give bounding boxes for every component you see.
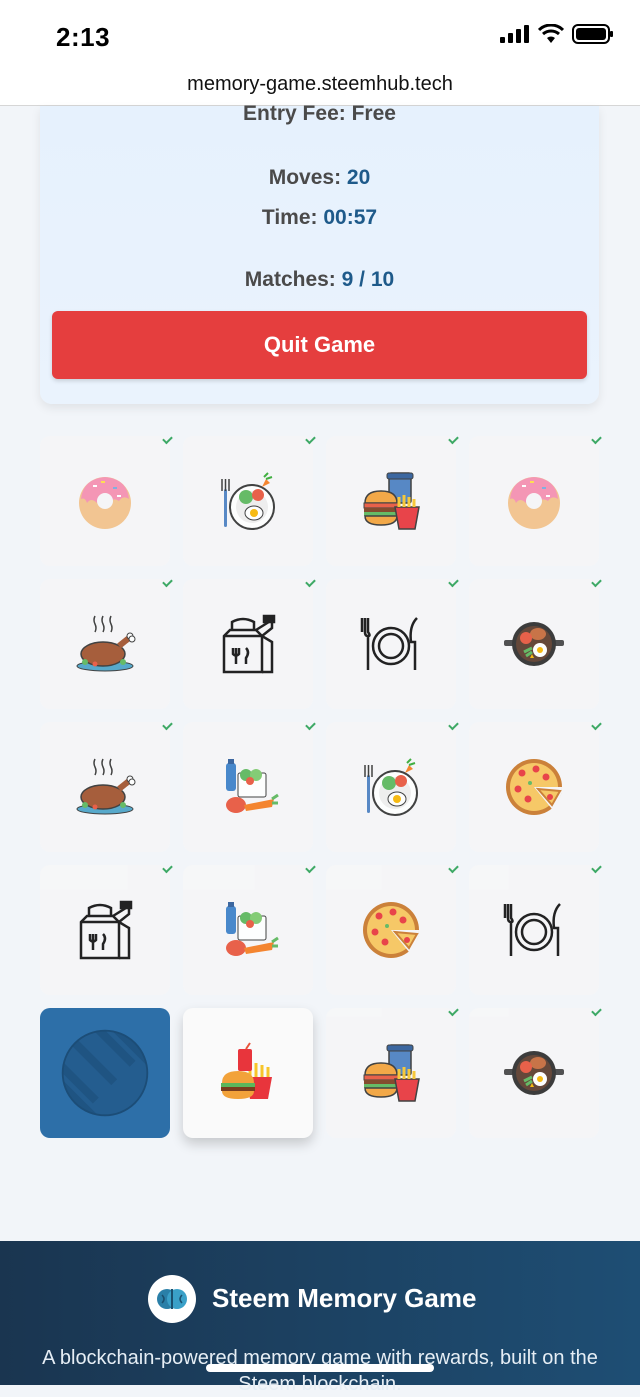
matched-check-icon: [448, 433, 459, 445]
time-label: Time:: [261, 206, 318, 229]
plate-cutlery-icon: [502, 898, 566, 962]
address-bar[interactable]: memory-game.steemhub.tech: [0, 70, 640, 106]
matched-check-icon: [591, 719, 602, 731]
status-bar: 2:13: [0, 0, 640, 70]
matched-check-icon: [162, 576, 173, 588]
memory-card: [183, 433, 316, 566]
game-info-card: Entry Fee: Free Moves: 20 Time: 00:57 Ma…: [40, 102, 599, 404]
entry-fee-value: Free: [351, 102, 396, 125]
battery-icon: [572, 24, 613, 44]
matches-value: 9 / 10: [341, 268, 395, 291]
plate-cutlery-icon: [359, 612, 423, 676]
memory-card: [183, 719, 316, 852]
roast-chicken-icon: [73, 612, 137, 676]
groceries-icon: [216, 898, 280, 962]
matched-check-icon: [305, 433, 316, 445]
fast-food-combo-icon: [359, 1041, 423, 1105]
status-icons: [500, 24, 614, 44]
memory-card[interactable]: [40, 1008, 170, 1138]
memory-card: [40, 433, 173, 566]
timer: Time: 00:57: [40, 206, 599, 230]
footer-title: Steem Memory Game: [212, 1283, 477, 1313]
matched-check-icon: [305, 576, 316, 588]
memory-card: [469, 433, 602, 566]
entry-fee-label: Entry Fee:: [243, 102, 346, 125]
pizza-icon: [359, 898, 423, 962]
memory-card: [326, 862, 459, 995]
fast-food-combo-icon: [359, 469, 423, 533]
pan-meal-icon: [502, 612, 566, 676]
memory-card: [469, 862, 602, 995]
memory-card: [40, 719, 173, 852]
memory-card: [326, 433, 459, 566]
donut-icon: [502, 469, 566, 533]
clock: 2:13: [56, 22, 111, 52]
matched-check-icon: [591, 862, 602, 874]
url-text: memory-game.steemhub.tech: [187, 73, 453, 95]
matched-check-icon: [448, 1005, 459, 1017]
matched-check-icon: [591, 576, 602, 588]
moves-value: 20: [346, 166, 371, 189]
quit-game-button[interactable]: Quit Game: [52, 311, 587, 379]
takeout-bag-icon: [73, 898, 137, 962]
matched-check-icon: [591, 433, 602, 445]
salad-plate-icon: [359, 755, 423, 819]
matched-check-icon: [162, 433, 173, 445]
time-value: 00:57: [323, 206, 378, 229]
takeout-bag-icon: [216, 612, 280, 676]
moves-label: Moves:: [268, 166, 342, 189]
matched-check-icon: [448, 862, 459, 874]
memory-card: [469, 576, 602, 709]
memory-card[interactable]: [183, 1008, 313, 1138]
memory-card: [326, 1005, 459, 1138]
salad-plate-icon: [216, 469, 280, 533]
matched-check-icon: [448, 719, 459, 731]
memory-card: [326, 576, 459, 709]
memory-card: [183, 576, 316, 709]
memory-card: [40, 862, 173, 995]
matched-check-icon: [162, 862, 173, 874]
pan-meal-icon: [502, 1041, 566, 1105]
cellular-signal-icon: [500, 25, 529, 43]
groceries-icon: [216, 755, 280, 819]
burger-fries-icon: [216, 1041, 280, 1105]
brain-logo-icon: [148, 1275, 196, 1323]
donut-icon: [73, 469, 137, 533]
memory-card: [469, 1005, 602, 1138]
matched-check-icon: [162, 719, 173, 731]
card-back-icon: [59, 1027, 151, 1119]
matched-check-icon: [305, 719, 316, 731]
moves: Moves: 20: [40, 166, 599, 190]
matched-check-icon: [305, 862, 316, 874]
memory-card: [183, 862, 316, 995]
matches: Matches: 9 / 10: [40, 268, 599, 292]
home-indicator: [206, 1364, 434, 1372]
memory-card: [469, 719, 602, 852]
memory-card: [326, 719, 459, 852]
roast-chicken-icon: [73, 755, 137, 819]
matched-check-icon: [591, 1005, 602, 1017]
memory-card: [40, 576, 173, 709]
wifi-icon: [538, 24, 564, 43]
pizza-icon: [502, 755, 566, 819]
matches-label: Matches:: [244, 268, 336, 291]
matched-check-icon: [448, 576, 459, 588]
entry-fee: Entry Fee: Free: [40, 102, 599, 126]
